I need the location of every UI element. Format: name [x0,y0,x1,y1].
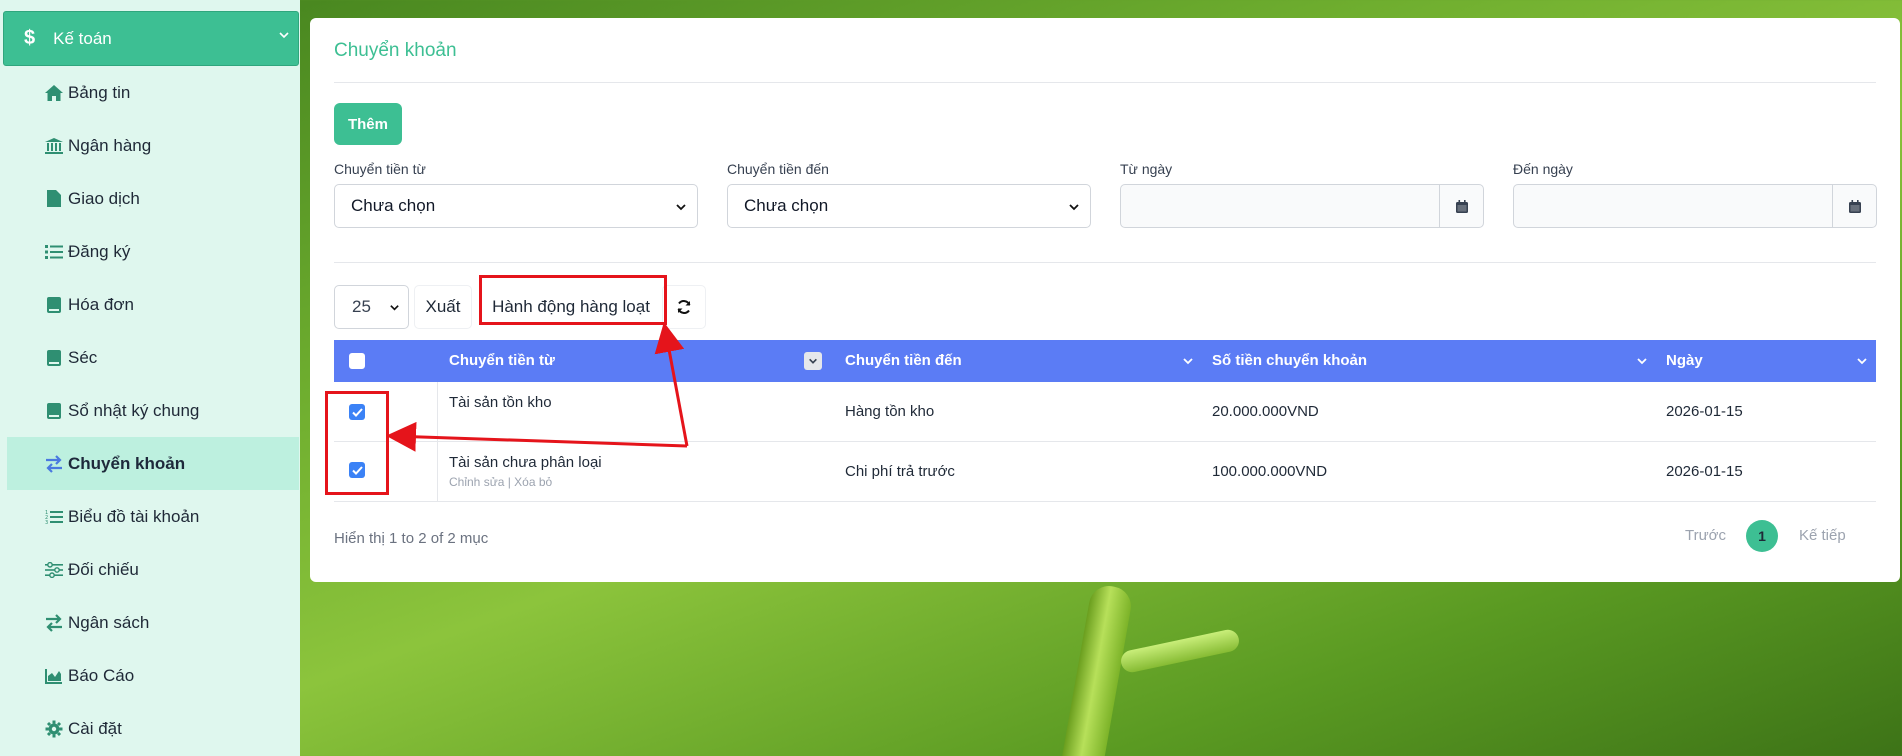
annotation-arrows [386,322,689,452]
